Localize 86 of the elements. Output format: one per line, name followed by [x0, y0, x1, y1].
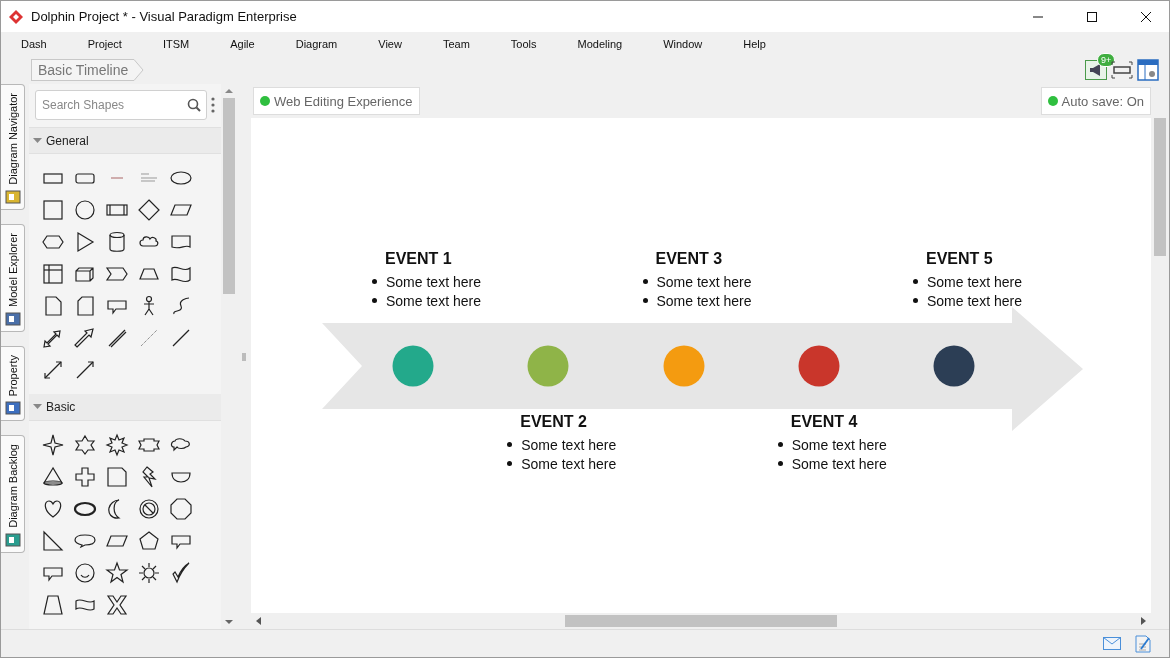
- bullet-icon: [372, 298, 377, 303]
- four-point-star-icon[interactable]: [41, 433, 65, 457]
- menu-item[interactable]: Diagram: [283, 38, 350, 50]
- mail-icon[interactable]: [1103, 637, 1121, 650]
- prohibited-sign-icon[interactable]: [137, 497, 161, 521]
- window-title: Dolphin Project * - Visual Paradigm Enterprise: [31, 9, 298, 24]
- event-title: EVENT 3: [654, 250, 724, 268]
- menu-item[interactable]: Window: [651, 38, 715, 50]
- x-shape-icon[interactable]: [105, 593, 129, 617]
- group-header[interactable]: Basic: [29, 394, 221, 421]
- panel-icon: [4, 188, 21, 205]
- search-icon: [187, 98, 201, 113]
- bullet-icon: [642, 298, 648, 303]
- menu-item[interactable]: View: [366, 38, 414, 50]
- event-text: Some text here: [521, 436, 617, 453]
- sun-icon[interactable]: [137, 561, 161, 585]
- web-editing-badge[interactable]: Web Editing Experience: [253, 87, 420, 115]
- event-title: EVENT 5: [925, 250, 994, 268]
- bullet-icon: [372, 279, 377, 284]
- menu-item[interactable]: Agile: [218, 38, 267, 50]
- event-text: Some text here: [521, 455, 617, 472]
- side-tab[interactable]: Property: [1, 345, 25, 422]
- smiley-icon[interactable]: [73, 561, 97, 585]
- event-text: Some text here: [791, 455, 887, 472]
- side-tab[interactable]: Diagram Navigator: [1, 84, 25, 210]
- group-header[interactable]: General: [29, 127, 221, 155]
- search-field[interactable]: Search Shapes: [35, 90, 207, 121]
- bullet-icon: [913, 298, 918, 303]
- folded-page-icon[interactable]: [105, 465, 129, 489]
- cross-icon[interactable]: [73, 465, 97, 489]
- cone-icon[interactable]: [41, 465, 65, 489]
- menu-item[interactable]: Tools: [498, 38, 549, 50]
- bullet-icon: [507, 461, 513, 466]
- panel-icon: [4, 400, 21, 417]
- event-title: EVENT 1: [384, 250, 453, 268]
- circle-icon[interactable]: [73, 198, 97, 223]
- maximize-icon: [1087, 11, 1097, 22]
- star-icon[interactable]: [105, 561, 129, 585]
- side-tab[interactable]: Model Explorer: [1, 223, 25, 332]
- layout-panel-button[interactable]: [1135, 58, 1161, 82]
- event-text: Some text here: [791, 436, 887, 453]
- side-tab[interactable]: Diagram Backlog: [1, 435, 25, 554]
- menu-item[interactable]: Dash: [9, 38, 59, 50]
- caret-icon: [33, 404, 42, 411]
- menu-item[interactable]: Project: [75, 38, 134, 50]
- event-text: Some text here: [656, 292, 752, 309]
- close-icon: [1141, 11, 1151, 22]
- more-options-icon[interactable]: [211, 97, 215, 114]
- event-text: Some text here: [386, 292, 481, 309]
- auto-save-status[interactable]: Auto save: On: [1040, 87, 1151, 115]
- bullet-icon: [913, 279, 918, 284]
- menu-item[interactable]: Team: [430, 38, 482, 50]
- notification-badge: 9+: [1097, 53, 1116, 67]
- event-title: EVENT 4: [789, 413, 859, 431]
- bullet-icon: [507, 442, 513, 447]
- square-icon[interactable]: [41, 198, 65, 223]
- caret-icon: [33, 137, 42, 144]
- megaphone-button[interactable]: [1083, 58, 1109, 82]
- table-icon[interactable]: [41, 262, 65, 287]
- fit-view-button[interactable]: [1109, 58, 1135, 82]
- six-point-star-icon[interactable]: [73, 433, 97, 457]
- pentagon-icon[interactable]: [137, 529, 161, 553]
- menu-item[interactable]: Modeling: [565, 38, 635, 50]
- breadcrumb-arrow-icon: [134, 59, 145, 81]
- eight-point-star-icon[interactable]: [105, 433, 129, 457]
- event-title: EVENT 2: [519, 413, 588, 431]
- trapezoid-tall-icon[interactable]: [41, 593, 65, 617]
- event-text: Some text here: [927, 292, 1022, 309]
- event-text: Some text here: [656, 273, 752, 290]
- bullet-icon: [777, 442, 783, 447]
- menu-item[interactable]: Help: [731, 38, 778, 50]
- bullet-icon: [777, 461, 783, 466]
- edit-note-icon[interactable]: [1135, 634, 1151, 653]
- right-triangle-icon[interactable]: [41, 529, 65, 553]
- panel-icon: [4, 532, 21, 549]
- event-text: Some text here: [386, 273, 481, 290]
- bullet-icon: [642, 279, 648, 284]
- splitter-handle[interactable]: [242, 352, 246, 361]
- scroll-right-icon[interactable]: [1139, 617, 1147, 625]
- octagon-icon[interactable]: [169, 497, 193, 521]
- scroll-left-icon[interactable]: [255, 617, 263, 625]
- event-text: Some text here: [927, 273, 1022, 290]
- panel-icon: [4, 310, 21, 327]
- menu-item[interactable]: ITSM: [150, 38, 202, 50]
- app-logo-icon: [9, 9, 23, 24]
- diamond-icon[interactable]: [137, 198, 161, 223]
